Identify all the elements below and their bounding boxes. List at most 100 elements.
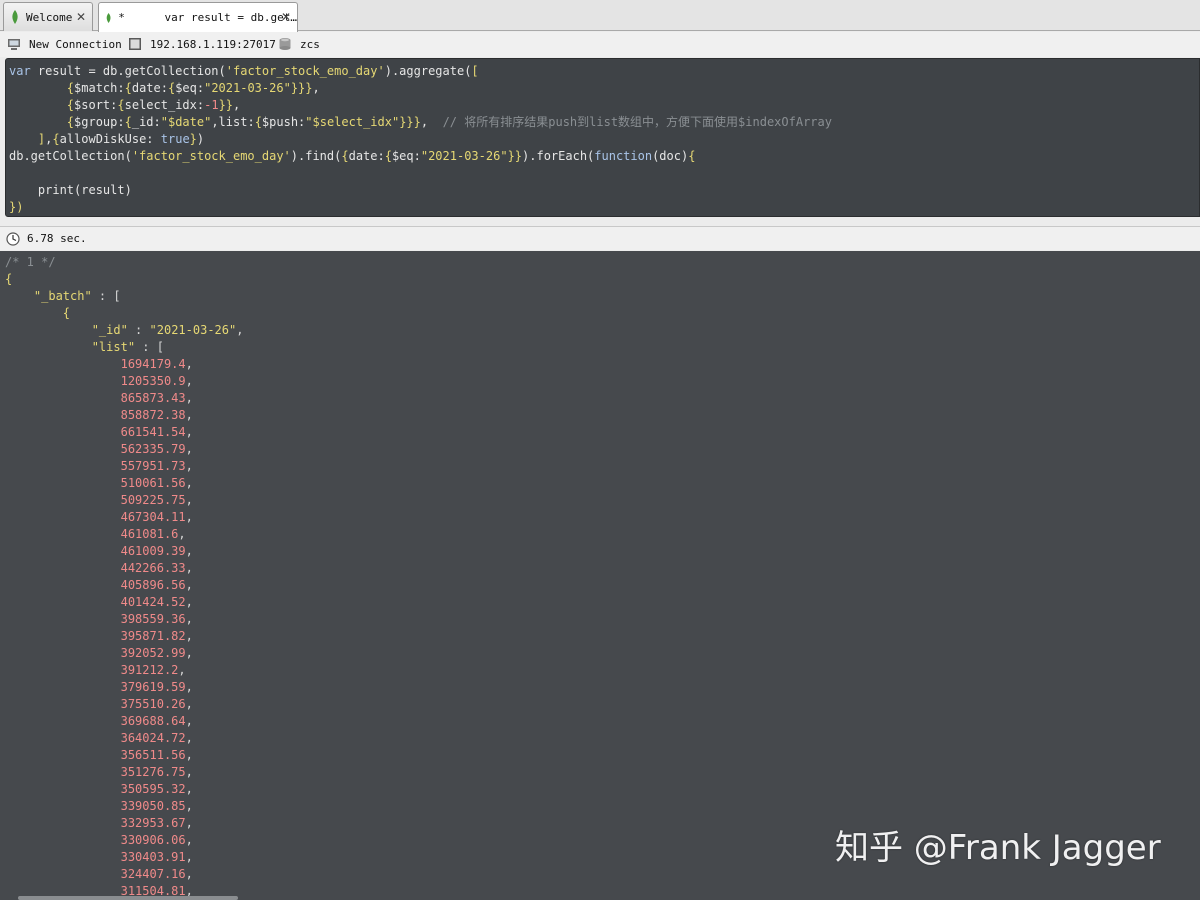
connection-name-label: New Connection: [29, 37, 122, 51]
list-value: 510061.56: [120, 476, 186, 490]
tab-query[interactable]: * var result = db.get… ✕: [98, 2, 298, 32]
connection-host[interactable]: 192.168.1.119:27017: [128, 37, 276, 51]
code-token: db.getCollection(: [9, 149, 132, 163]
list-value: 339050.85: [120, 799, 186, 813]
list-value: 369688.64: [120, 714, 186, 728]
watermark: 知乎 @Frank Jagger: [835, 828, 1161, 868]
brace: {: [5, 272, 13, 286]
list-value: 858872.38: [120, 408, 186, 422]
code-token: print(result): [9, 183, 132, 197]
code-line: }): [9, 199, 1199, 216]
code-line: {$sort:{select_idx:-1}},: [9, 97, 1199, 114]
list-item: 356511.56,: [120, 748, 193, 762]
code-token: function: [594, 149, 653, 163]
code-token: {: [341, 149, 349, 163]
list-value: 392052.99: [120, 646, 186, 660]
id-value: "2021-03-26": [149, 323, 237, 337]
code-token: }}}: [399, 115, 421, 129]
list-item: 398559.36,: [120, 612, 193, 626]
list-value: 330403.91: [120, 850, 186, 864]
list-item: 509225.75,: [120, 493, 193, 507]
list-item: 557951.73,: [120, 459, 193, 473]
code-token: }: [189, 132, 197, 146]
list-item: 375510.26,: [120, 697, 193, 711]
list-item: 1694179.4,: [120, 357, 193, 371]
list-value: 442266.33: [120, 561, 186, 575]
comment-text: /* 1 */: [5, 255, 56, 269]
code-token: (doc): [652, 149, 689, 163]
list-item: 661541.54,: [120, 425, 193, 439]
code-line: var result = db.getCollection('factor_st…: [9, 63, 1199, 80]
list-values: 1694179.4, 1205350.9, 865873.43, 858872.…: [0, 356, 1200, 900]
list-value: 557951.73: [120, 459, 186, 473]
list-item: 351276.75,: [120, 765, 193, 779]
execution-time: 6.78 sec.: [27, 232, 87, 245]
query-editor[interactable]: var result = db.getCollection('factor_st…: [5, 58, 1200, 217]
list-item: 858872.38,: [120, 408, 193, 422]
close-icon[interactable]: ✕: [76, 10, 86, 24]
connection-name[interactable]: New Connection: [7, 37, 122, 51]
tab-label: Welcome: [26, 10, 73, 24]
code-token: "$date": [160, 115, 212, 129]
list-value: 379619.59: [120, 680, 186, 694]
list-value: 375510.26: [120, 697, 186, 711]
code-token: $match:: [74, 81, 125, 95]
list-value: 350595.32: [120, 782, 186, 796]
result-open-brace: {: [0, 271, 1200, 288]
list-value: 461009.39: [120, 544, 186, 558]
list-value: 398559.36: [120, 612, 186, 626]
tab-welcome[interactable]: Welcome ✕: [3, 2, 93, 31]
result-id-line: "_id" : "2021-03-26",: [91, 323, 244, 337]
code-token: {: [124, 115, 132, 129]
list-value: 330906.06: [120, 833, 186, 847]
list-item: 395871.82,: [120, 629, 193, 643]
list-value: 661541.54: [120, 425, 186, 439]
list-item: 369688.64,: [120, 714, 193, 728]
result-pane[interactable]: /* 1 */ { "_batch" : [ { "_id" : "2021-0…: [0, 251, 1200, 900]
array-open: : [: [91, 289, 121, 303]
code-token: result = db.getCollection(: [30, 64, 226, 78]
code-token: "$select_idx": [305, 115, 400, 129]
code-token: $push:: [261, 115, 306, 129]
code-token: ,: [420, 115, 443, 129]
code-token: $eq:: [175, 81, 205, 95]
code-line: {$group:{_id:"$date",list:{$push:"$selec…: [9, 114, 1199, 131]
code-token: _id:: [131, 115, 161, 129]
list-item: 392052.99,: [120, 646, 193, 660]
list-item: 339050.85,: [120, 799, 193, 813]
list-item: 865873.43,: [120, 391, 193, 405]
code-token: ).aggregate(: [384, 64, 472, 78]
id-key: "_id": [91, 323, 128, 337]
code-token: {: [66, 98, 75, 112]
tab-bar: Welcome ✕ * var result = db.get… ✕: [0, 0, 1200, 32]
result-comment: /* 1 */: [0, 254, 1200, 271]
list-item: 379619.59,: [120, 680, 193, 694]
code-line: print(result): [9, 182, 1199, 199]
code-token: select_idx:: [124, 98, 205, 112]
connection-bar: New Connection 192.168.1.119:27017 zcs: [0, 32, 1200, 57]
code-line: {$match:{date:{$eq:"2021-03-26"}}},: [9, 80, 1199, 97]
list-value: 332953.67: [120, 816, 186, 830]
close-icon[interactable]: ✕: [281, 10, 291, 24]
code-token: {: [384, 149, 392, 163]
connection-database[interactable]: zcs: [278, 37, 320, 51]
database-icon: [279, 38, 291, 50]
list-value: 1205350.9: [120, 374, 186, 388]
code-token: date:: [348, 149, 385, 163]
code-token: ,: [312, 81, 320, 95]
list-value: 405896.56: [120, 578, 186, 592]
list-item: 391212.2,: [120, 663, 186, 677]
code-token: {: [254, 115, 262, 129]
list-value: 467304.11: [120, 510, 186, 524]
code-token: }): [9, 200, 24, 214]
code-token: {: [124, 81, 132, 95]
horizontal-scrollbar[interactable]: [18, 896, 238, 900]
code-token: }}}: [290, 81, 313, 95]
list-value: 395871.82: [120, 629, 186, 643]
list-item: 405896.56,: [120, 578, 193, 592]
code-token: true: [160, 132, 190, 146]
code-token: "2021-03-26": [420, 149, 508, 163]
